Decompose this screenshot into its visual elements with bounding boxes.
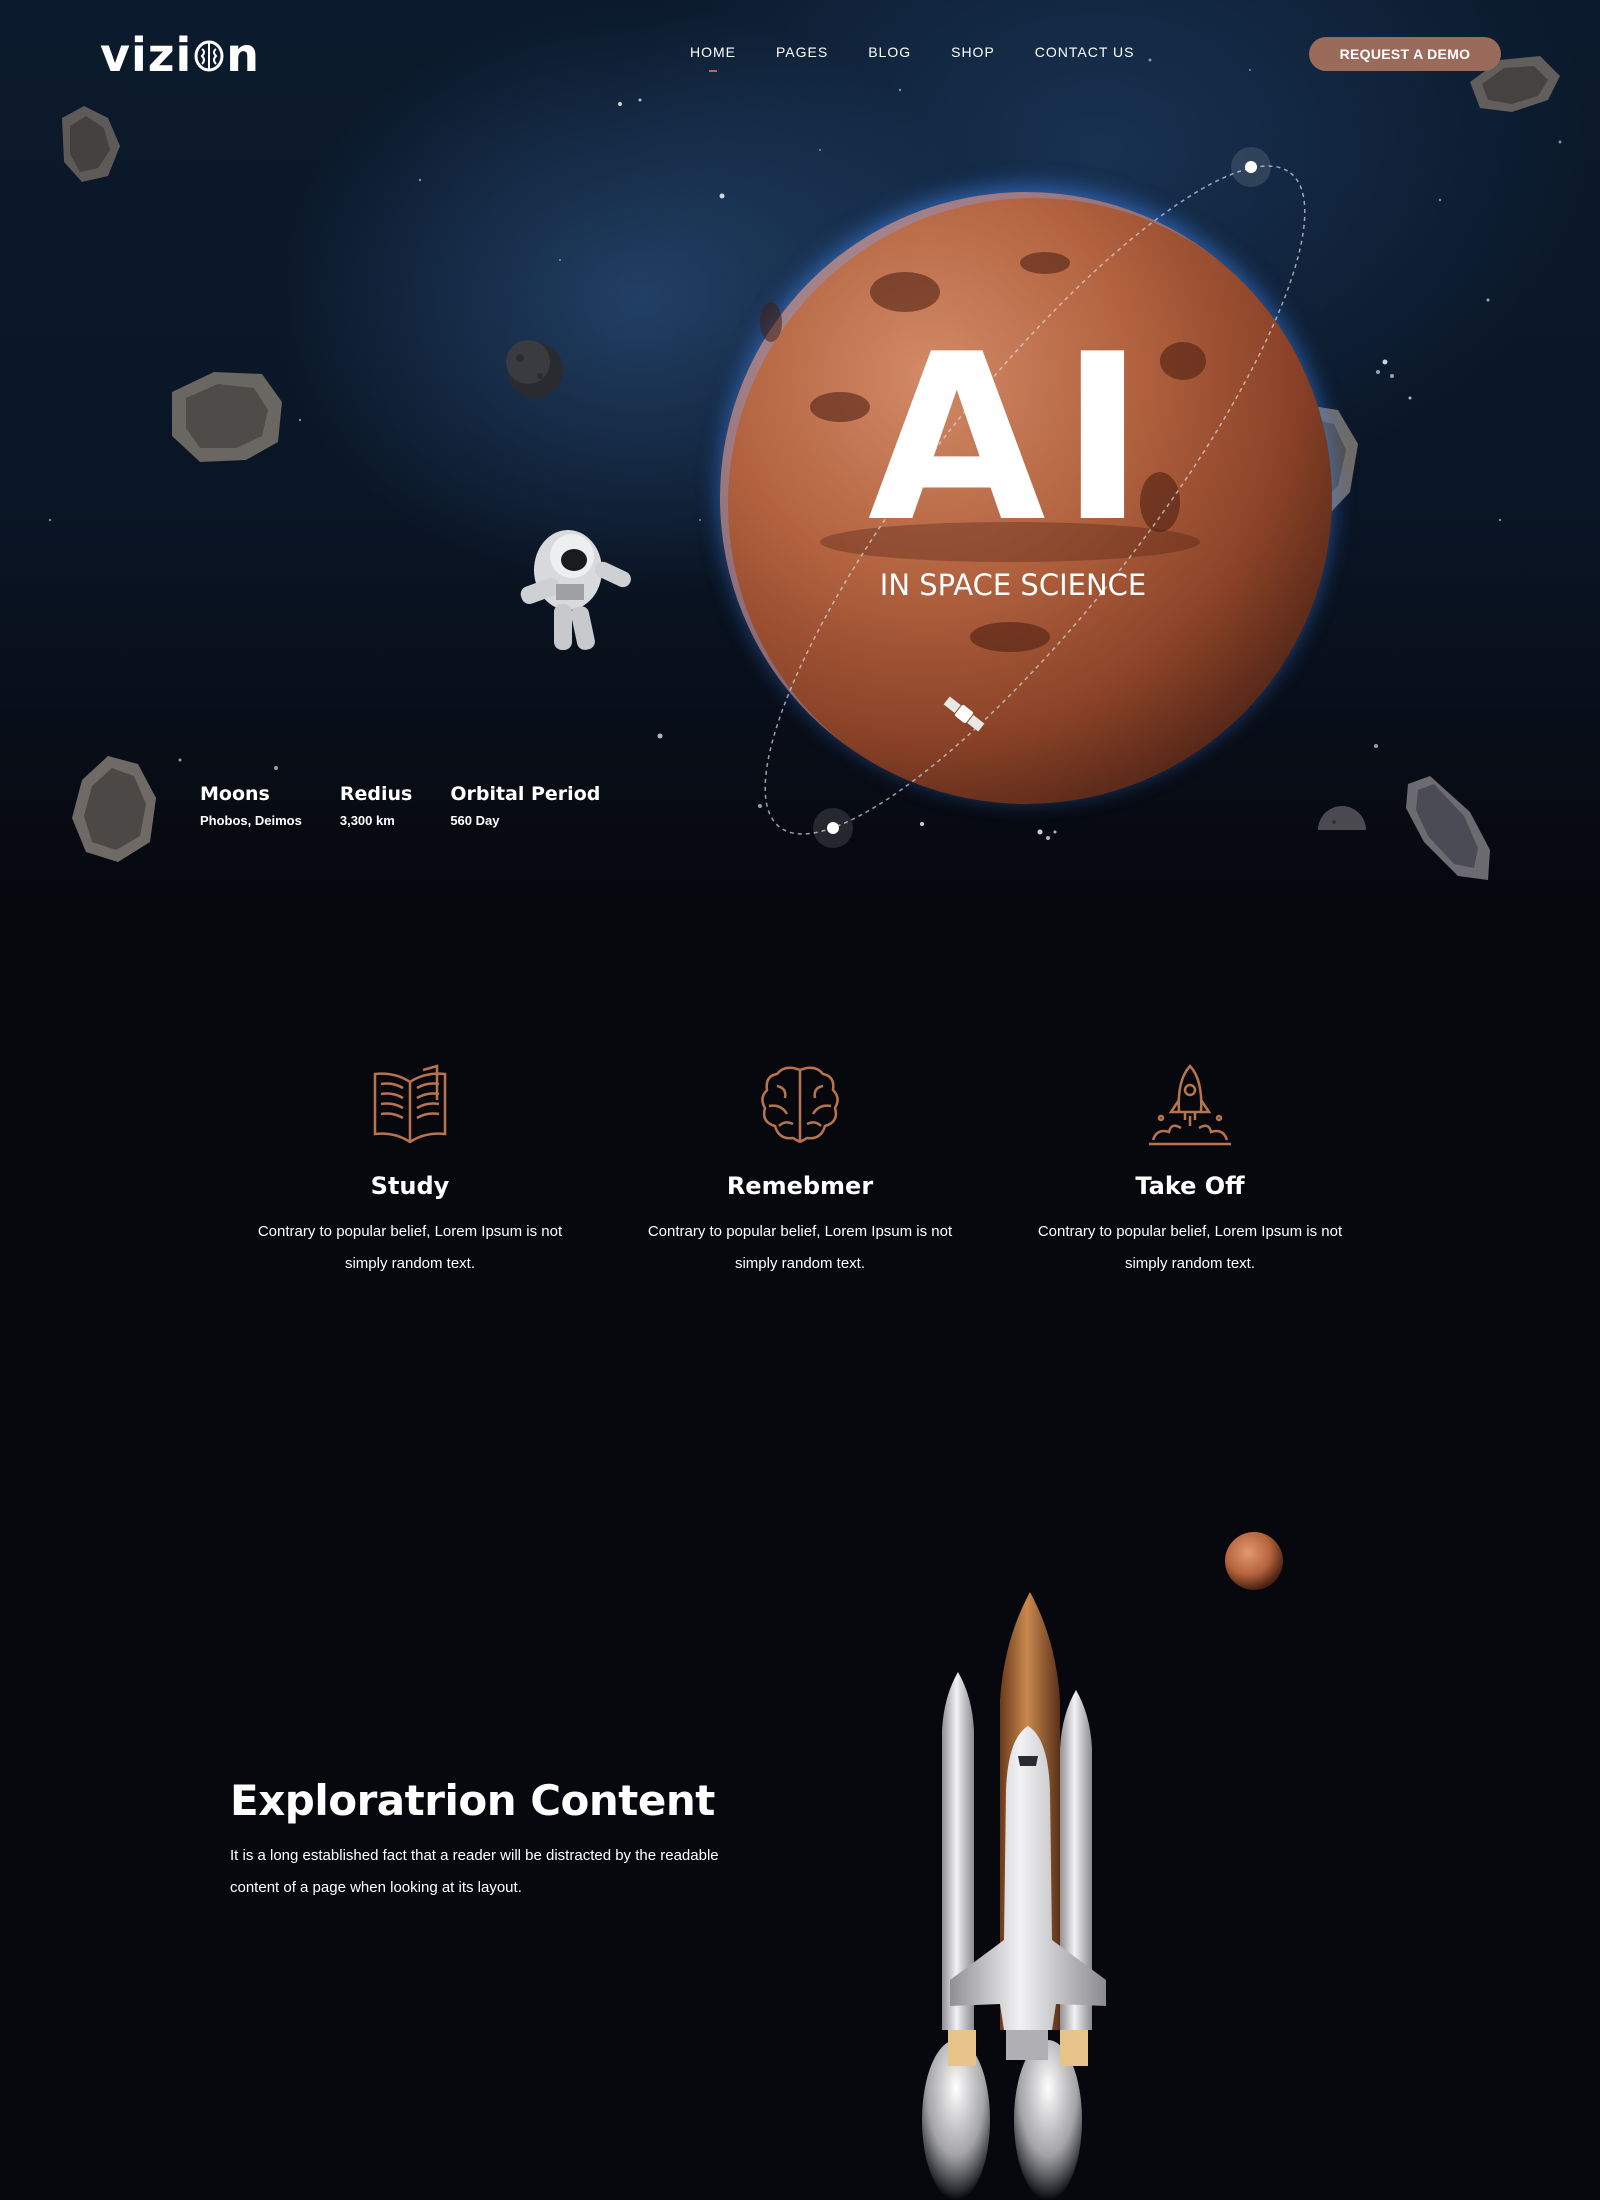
stat-label: Redius <box>339 783 413 805</box>
feature-title: Remebmer <box>726 1172 874 1200</box>
feature-remember: Remebmer Contrary to popular belief, Lor… <box>620 1060 980 1280</box>
stat-moons: Moons Phobos, Deimos <box>200 783 302 828</box>
feature-description: Contrary to popular belief, Lorem Ipsum … <box>647 1223 953 1272</box>
request-demo-button[interactable]: REQUEST A DEMO <box>1309 37 1501 71</box>
brain-icon <box>761 1066 839 1144</box>
hero-section: AI IN SPACE SCIENCE vizi n HOME PAGES BL… <box>0 0 1600 900</box>
exploration-title: Exploratrion Content <box>230 1776 715 1825</box>
orbit-dot-bottom <box>813 808 853 848</box>
stat-label: Moons <box>200 783 270 805</box>
planet-stats: Moons Phobos, Deimos Redius 3,300 km Orb… <box>200 783 638 828</box>
logo-text-prefix: vizi <box>100 28 193 82</box>
exploration-description: It is a long established fact that a rea… <box>230 1847 719 1896</box>
feature-description: Contrary to popular belief, Lorem Ipsum … <box>257 1223 563 1272</box>
feature-title: Study <box>370 1172 450 1200</box>
orbit-dot-top <box>1231 147 1271 187</box>
nav-shop[interactable]: SHOP <box>951 44 995 60</box>
feature-description: Contrary to popular belief, Lorem Ipsum … <box>1037 1223 1343 1272</box>
feature-take-off: Take Off Contrary to popular belief, Lor… <box>1010 1060 1370 1280</box>
page: AI IN SPACE SCIENCE vizi n HOME PAGES BL… <box>0 0 1600 2200</box>
nav-pages[interactable]: PAGES <box>776 44 828 60</box>
nav-home[interactable]: HOME <box>690 44 736 72</box>
book-icon <box>373 1064 447 1144</box>
stat-value: Phobos, Deimos <box>200 813 302 828</box>
hero-headline: AI <box>867 306 1160 573</box>
stat-label: Orbital Period <box>450 783 601 805</box>
hero-subheadline: IN SPACE SCIENCE <box>879 568 1147 602</box>
logo-text-suffix: n <box>226 28 261 82</box>
satellite <box>943 696 985 732</box>
stat-value: 560 Day <box>450 813 500 828</box>
stat-orbital-period: Orbital Period 560 Day <box>450 783 600 828</box>
brain-logo-icon <box>194 40 224 72</box>
rocket-icon <box>1149 1064 1231 1146</box>
main-nav: HOME PAGES BLOG SHOP CONTACT US <box>690 44 1175 72</box>
space-shuttle <box>922 1592 1106 2200</box>
feature-title: Take Off <box>1135 1172 1245 1200</box>
logo[interactable]: vizi n <box>100 28 260 82</box>
stat-value: 3,300 km <box>339 813 395 828</box>
stat-radius: Redius 3,300 km <box>340 783 412 828</box>
nav-contact-us[interactable]: CONTACT US <box>1035 44 1135 60</box>
nav-blog[interactable]: BLOG <box>868 44 911 60</box>
feature-study: Study Contrary to popular belief, Lorem … <box>230 1060 590 1280</box>
